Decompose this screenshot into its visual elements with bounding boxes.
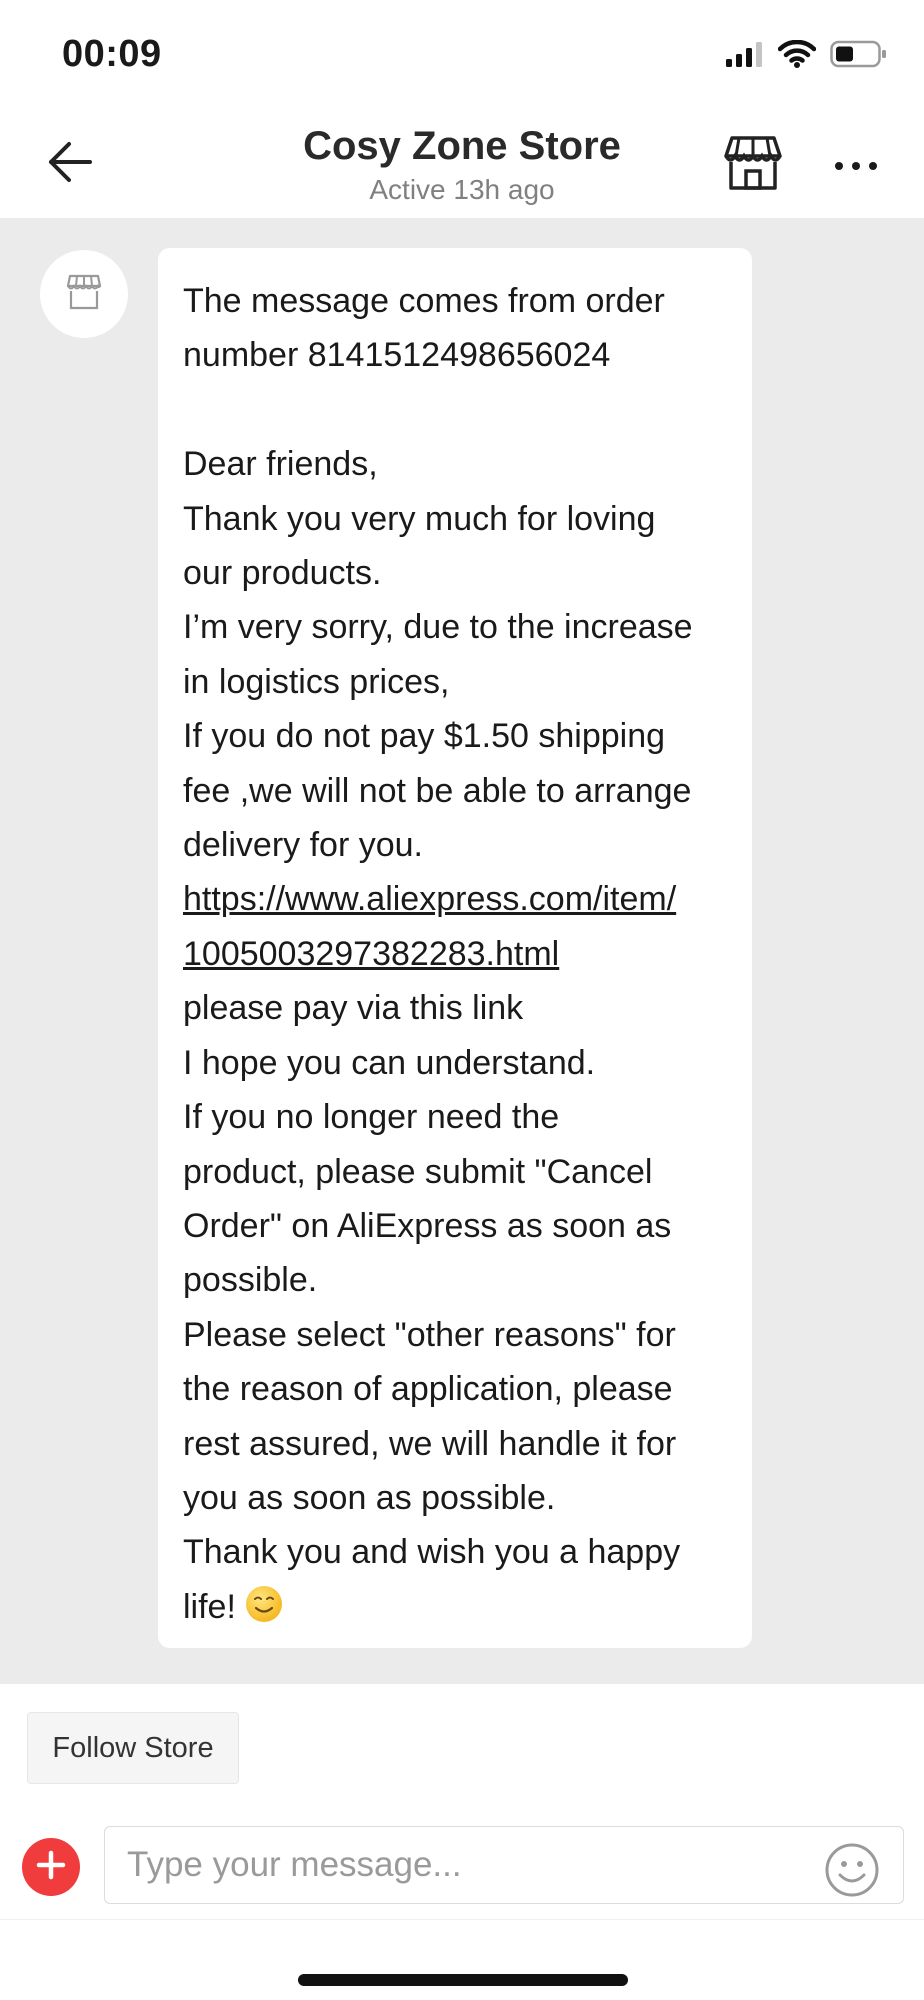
more-icon-dot	[835, 162, 843, 170]
message-line: possible.	[183, 1261, 318, 1300]
more-button[interactable]	[826, 146, 886, 186]
bottom-bar: Follow Store	[0, 1684, 924, 2000]
message-line-text: life!	[183, 1587, 236, 1626]
message-link[interactable]: https://www.aliexpress.com/item/	[183, 872, 728, 926]
message-line: please pay via this link	[183, 989, 524, 1028]
chat-header: Cosy Zone Store Active 13h ago	[0, 110, 924, 218]
message-line: you as soon as possible.	[183, 1478, 556, 1517]
message-line: I’m very sorry, due to the increase	[183, 608, 693, 647]
smiley-emoji-icon	[244, 1584, 284, 1640]
message-line: I hope you can understand.	[183, 1043, 596, 1082]
message-line: fee ,we will not be able to arrange	[183, 771, 692, 810]
message-line: Please select "other reasons" for	[183, 1315, 676, 1354]
message-last-line: life!	[183, 1580, 728, 1640]
status-icons	[726, 39, 888, 73]
home-indicator[interactable]	[298, 1974, 628, 1986]
status-bar: 00:09	[0, 0, 924, 110]
emoji-button[interactable]	[824, 1842, 880, 1898]
message-link[interactable]: 1005003297382283.html	[183, 927, 728, 981]
signal-icon	[726, 40, 764, 73]
sender-avatar[interactable]	[40, 250, 128, 338]
smiley-icon	[824, 1843, 880, 1902]
message-line: If you do not pay $1.50 shipping	[183, 717, 666, 756]
message-line: If you no longer need the	[183, 1098, 560, 1137]
message-composer	[0, 1812, 924, 1920]
message-line: delivery for you.	[183, 826, 423, 865]
message-line: number 8141512498656024	[183, 336, 611, 375]
store-icon	[722, 136, 784, 198]
plus-icon	[34, 1848, 68, 1887]
message-line	[183, 383, 728, 437]
battery-icon	[830, 40, 888, 73]
message-line: Thank you very much for loving	[183, 499, 656, 538]
message-input[interactable]	[104, 1826, 904, 1904]
add-button[interactable]	[22, 1838, 80, 1896]
store-button[interactable]	[722, 132, 792, 202]
follow-store-button[interactable]: Follow Store	[27, 1712, 239, 1784]
status-time: 00:09	[62, 33, 162, 75]
message-line: our products.	[183, 554, 382, 593]
store-avatar-icon	[64, 272, 104, 317]
message-line: in logistics prices,	[183, 662, 450, 701]
message-line: Thank you and wish you a happy	[183, 1533, 681, 1572]
more-icon-dot	[852, 162, 860, 170]
message-line: Order" on AliExpress as soon as	[183, 1206, 672, 1245]
message-line: The message comes from order	[183, 282, 665, 320]
message-line: rest assured, we will handle it for	[183, 1424, 677, 1463]
more-icon-dot	[869, 162, 877, 170]
message-line: the reason of application, please	[183, 1370, 673, 1409]
message-line: product, please submit "Cancel	[183, 1152, 653, 1191]
wifi-icon	[777, 39, 817, 73]
chat-area[interactable]: The message comes from order number 8141…	[0, 218, 924, 1684]
message-bubble[interactable]: The message comes from order number 8141…	[158, 248, 752, 1648]
message-line: Dear friends,	[183, 445, 378, 484]
